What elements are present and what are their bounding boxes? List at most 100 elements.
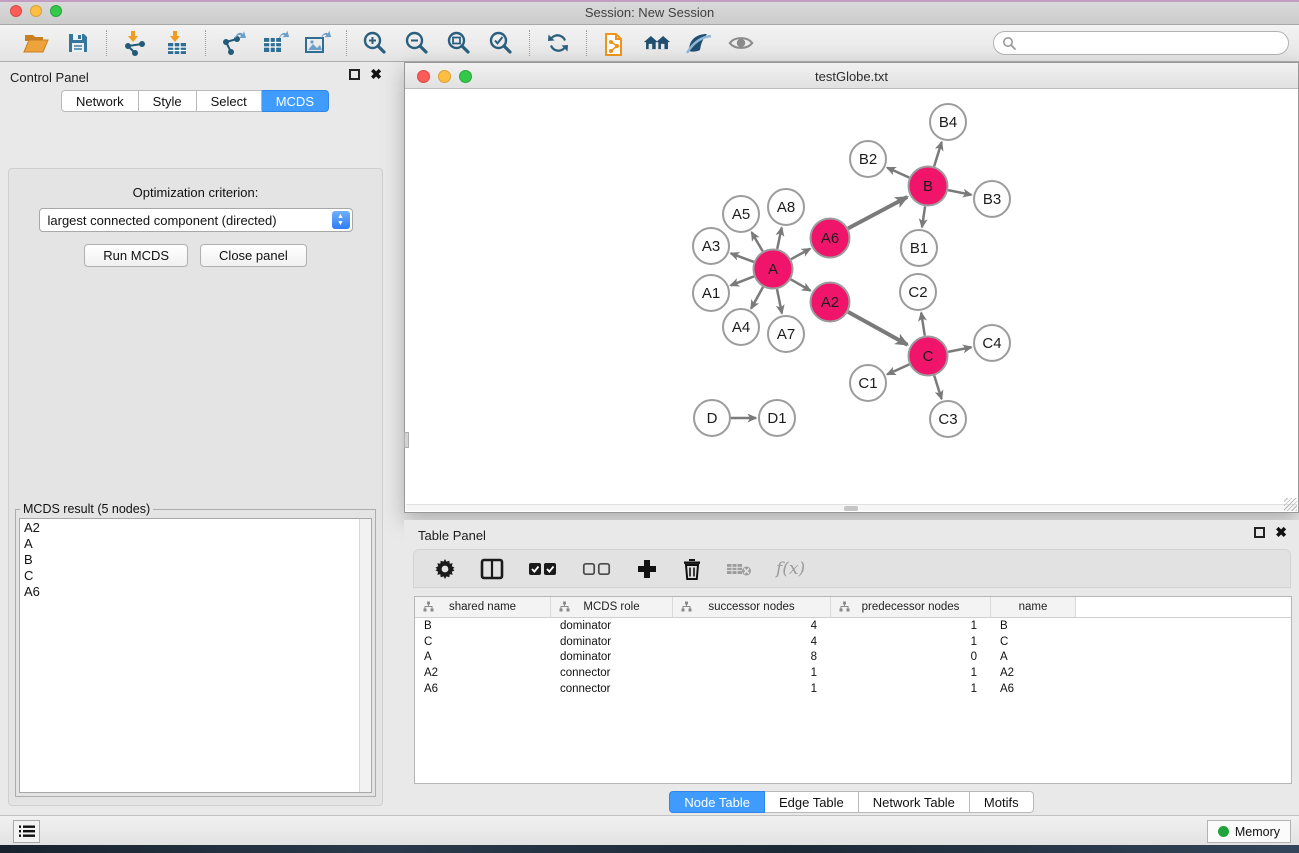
zoom-selected-icon[interactable]: [487, 29, 515, 57]
table-row[interactable]: Adominator80A: [415, 650, 1291, 666]
node-A8[interactable]: A8: [768, 189, 804, 225]
node-D[interactable]: D: [694, 400, 730, 436]
network-canvas[interactable]: B4B2BB3A8A5A6A3B1AC2A1A2A4A7C4CC1C3DD1: [406, 89, 1299, 506]
gear-icon[interactable]: [434, 558, 456, 580]
open-file-icon[interactable]: [22, 29, 50, 57]
node-A2[interactable]: A2: [811, 283, 850, 322]
node-A5[interactable]: A5: [723, 196, 759, 232]
node-B[interactable]: B: [909, 167, 948, 206]
float-panel-icon[interactable]: [349, 69, 360, 80]
tab-network[interactable]: Network: [61, 90, 139, 112]
edge-C-C1[interactable]: [887, 364, 909, 374]
search-input[interactable]: [1017, 33, 1288, 53]
node-C2[interactable]: C2: [900, 274, 936, 310]
export-network-icon[interactable]: [220, 29, 248, 57]
table-row[interactable]: A6connector11A6: [415, 681, 1291, 697]
edge-A-A2[interactable]: [791, 279, 811, 290]
edge-C-C3[interactable]: [934, 376, 941, 400]
export-image-icon[interactable]: [304, 29, 332, 57]
home-icon[interactable]: [643, 29, 671, 57]
search-box[interactable]: [993, 31, 1289, 55]
delete-row-icon[interactable]: [682, 558, 702, 580]
zoom-fit-icon[interactable]: [445, 29, 473, 57]
result-list-item[interactable]: C: [20, 569, 358, 585]
refresh-icon[interactable]: [544, 29, 572, 57]
table-row[interactable]: Cdominator41C: [415, 634, 1291, 650]
node-B2[interactable]: B2: [850, 141, 886, 177]
edge-A-A6[interactable]: [791, 249, 810, 260]
scrollbar-thumb[interactable]: [844, 506, 858, 511]
edge-A-A1[interactable]: [731, 276, 754, 285]
node-A1[interactable]: A1: [693, 275, 729, 311]
network-window-titlebar[interactable]: testGlobe.txt: [405, 63, 1298, 89]
tab-select[interactable]: Select: [197, 90, 262, 112]
result-list-item[interactable]: A2: [20, 521, 358, 537]
table-tab-network-table[interactable]: Network Table: [859, 791, 970, 813]
column-header-name[interactable]: name: [991, 597, 1076, 617]
export-table-icon[interactable]: [262, 29, 290, 57]
node-table[interactable]: shared nameMCDS rolesuccessor nodesprede…: [414, 596, 1292, 784]
node-D1[interactable]: D1: [759, 400, 795, 436]
run-mcds-button[interactable]: Run MCDS: [84, 244, 188, 267]
edge-A-A3[interactable]: [731, 253, 754, 262]
close-panel-button[interactable]: Close panel: [200, 244, 307, 267]
column-header-successor-nodes[interactable]: successor nodes: [673, 597, 831, 617]
node-A4[interactable]: A4: [723, 309, 759, 345]
memory-button[interactable]: Memory: [1207, 820, 1291, 843]
edge-B-B4[interactable]: [934, 142, 942, 166]
edge-A2-C[interactable]: [848, 312, 907, 345]
node-A6[interactable]: A6: [811, 219, 850, 258]
node-C4[interactable]: C4: [974, 325, 1010, 361]
edge-A-A8[interactable]: [777, 228, 782, 249]
table-tab-motifs[interactable]: Motifs: [970, 791, 1034, 813]
node-B4[interactable]: B4: [930, 104, 966, 140]
result-list-item[interactable]: A6: [20, 585, 358, 601]
add-row-icon[interactable]: [636, 558, 658, 580]
import-network-icon[interactable]: [121, 29, 149, 57]
save-session-icon[interactable]: [64, 29, 92, 57]
table-tab-edge-table[interactable]: Edge Table: [765, 791, 859, 813]
edge-C-C4[interactable]: [948, 347, 971, 352]
column-header-shared-name[interactable]: shared name: [415, 597, 551, 617]
edge-C-C2[interactable]: [921, 313, 925, 336]
node-B1[interactable]: B1: [901, 230, 937, 266]
edge-B-B1[interactable]: [922, 206, 925, 227]
network-overview-icon[interactable]: [601, 29, 629, 57]
node-C3[interactable]: C3: [930, 401, 966, 437]
column-header-predecessor-nodes[interactable]: predecessor nodes: [831, 597, 991, 617]
task-history-button[interactable]: [13, 820, 40, 843]
criterion-select[interactable]: largest connected component (directed) ▲…: [39, 208, 353, 232]
edge-A6-B[interactable]: [848, 197, 907, 228]
table-row[interactable]: Bdominator41B: [415, 618, 1291, 634]
node-A3[interactable]: A3: [693, 228, 729, 264]
columns-icon[interactable]: [480, 558, 504, 580]
select-all-icon[interactable]: [528, 561, 558, 577]
edge-A-A5[interactable]: [752, 232, 763, 251]
edge-B-B2[interactable]: [887, 168, 909, 178]
node-C1[interactable]: C1: [850, 365, 886, 401]
close-table-panel-icon[interactable]: ✖: [1275, 527, 1287, 538]
table-tab-node-table[interactable]: Node Table: [669, 791, 765, 813]
deselect-all-icon[interactable]: [582, 561, 612, 577]
node-B3[interactable]: B3: [974, 181, 1010, 217]
eye-icon[interactable]: [727, 29, 755, 57]
list-scrollbar[interactable]: [359, 519, 371, 792]
splitter-handle[interactable]: [404, 432, 409, 448]
hide-graphics-icon[interactable]: [685, 29, 713, 57]
result-list-item[interactable]: B: [20, 553, 358, 569]
delete-table-icon[interactable]: [726, 560, 752, 578]
node-A[interactable]: A: [754, 250, 793, 289]
close-panel-icon[interactable]: ✖: [370, 69, 382, 80]
tab-mcds[interactable]: MCDS: [262, 90, 329, 112]
node-A7[interactable]: A7: [768, 316, 804, 352]
edge-B-B3[interactable]: [948, 190, 971, 195]
edge-A-A4[interactable]: [751, 287, 763, 309]
resize-grip[interactable]: [1284, 498, 1297, 511]
zoom-in-icon[interactable]: [361, 29, 389, 57]
result-list-item[interactable]: A: [20, 537, 358, 553]
table-row[interactable]: A2connector11A2: [415, 665, 1291, 681]
edge-A-A7[interactable]: [777, 289, 782, 313]
tab-style[interactable]: Style: [139, 90, 197, 112]
horizontal-scrollbar[interactable]: [406, 504, 1297, 511]
column-header-MCDS-role[interactable]: MCDS role: [551, 597, 673, 617]
